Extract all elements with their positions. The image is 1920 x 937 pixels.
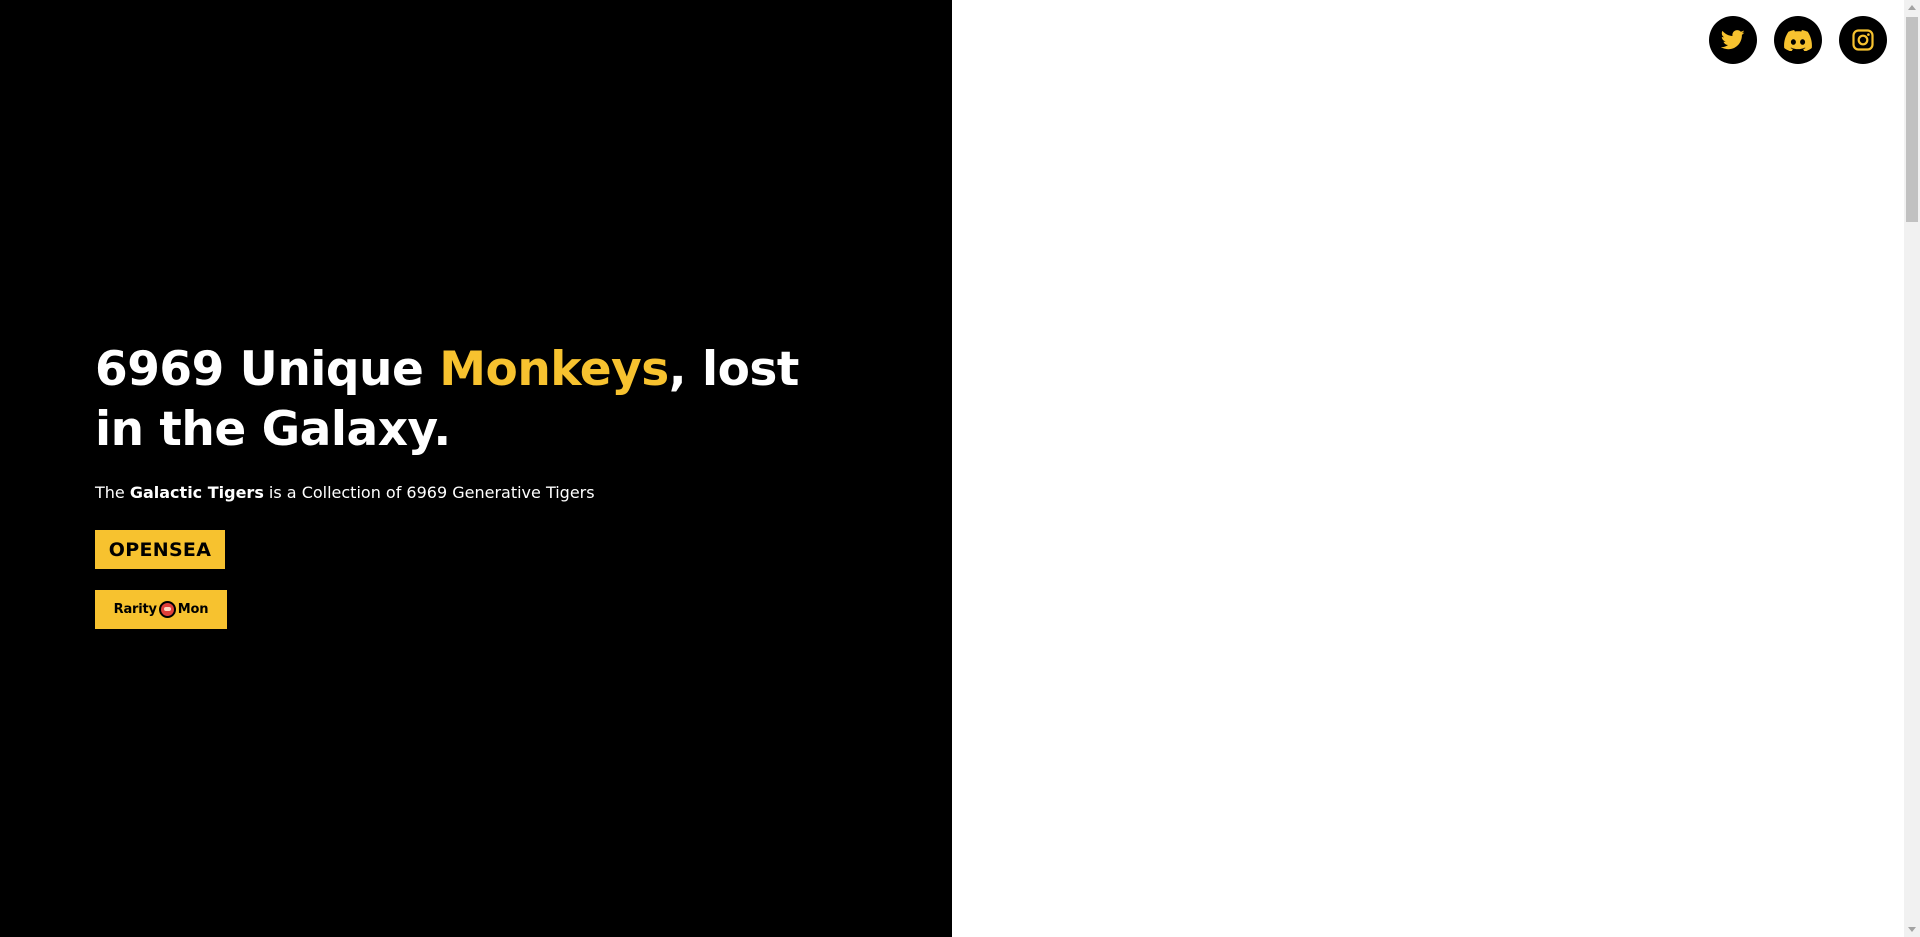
scroll-thumb[interactable] [1906,17,1918,222]
image-panel [952,0,1904,937]
scroll-up-arrow-icon[interactable] [1908,5,1916,10]
hero-headline: 6969 Unique Monkeys, lost in the Galaxy. [95,340,815,460]
raritymon-button[interactable]: Rarity Mon [95,590,227,629]
vertical-scrollbar[interactable] [1904,0,1920,937]
social-links [1709,16,1887,64]
twitter-icon [1721,30,1745,50]
headline-text-start: 6969 Unique [95,342,440,397]
raritymon-logo-text-end: Mon [177,602,209,617]
subtitle-collection-name: Galactic Tigers [129,483,264,502]
scroll-down-arrow-icon[interactable] [1908,927,1916,932]
hero-content: 6969 Unique Monkeys, lost in the Galaxy.… [95,340,815,629]
page: 6969 Unique Monkeys, lost in the Galaxy.… [0,0,1920,937]
instagram-link[interactable] [1839,16,1887,64]
raritymon-mascot-icon [158,601,176,618]
headline-accent-word: Monkeys [439,342,669,397]
raritymon-logo-text-start: Rarity [113,602,157,617]
subtitle-suffix: is a Collection of 6969 Generative Tiger… [263,483,595,502]
twitter-link[interactable] [1709,16,1757,64]
discord-link[interactable] [1774,16,1822,64]
discord-icon [1784,29,1812,51]
opensea-button[interactable]: OPENSEA [95,530,225,569]
subtitle-prefix: The [95,483,130,502]
raritymon-logo: Rarity Mon [114,601,209,618]
hero-subtitle: The Galactic Tigers is a Collection of 6… [95,482,815,504]
instagram-icon [1852,29,1874,51]
hero-panel: 6969 Unique Monkeys, lost in the Galaxy.… [0,0,952,937]
